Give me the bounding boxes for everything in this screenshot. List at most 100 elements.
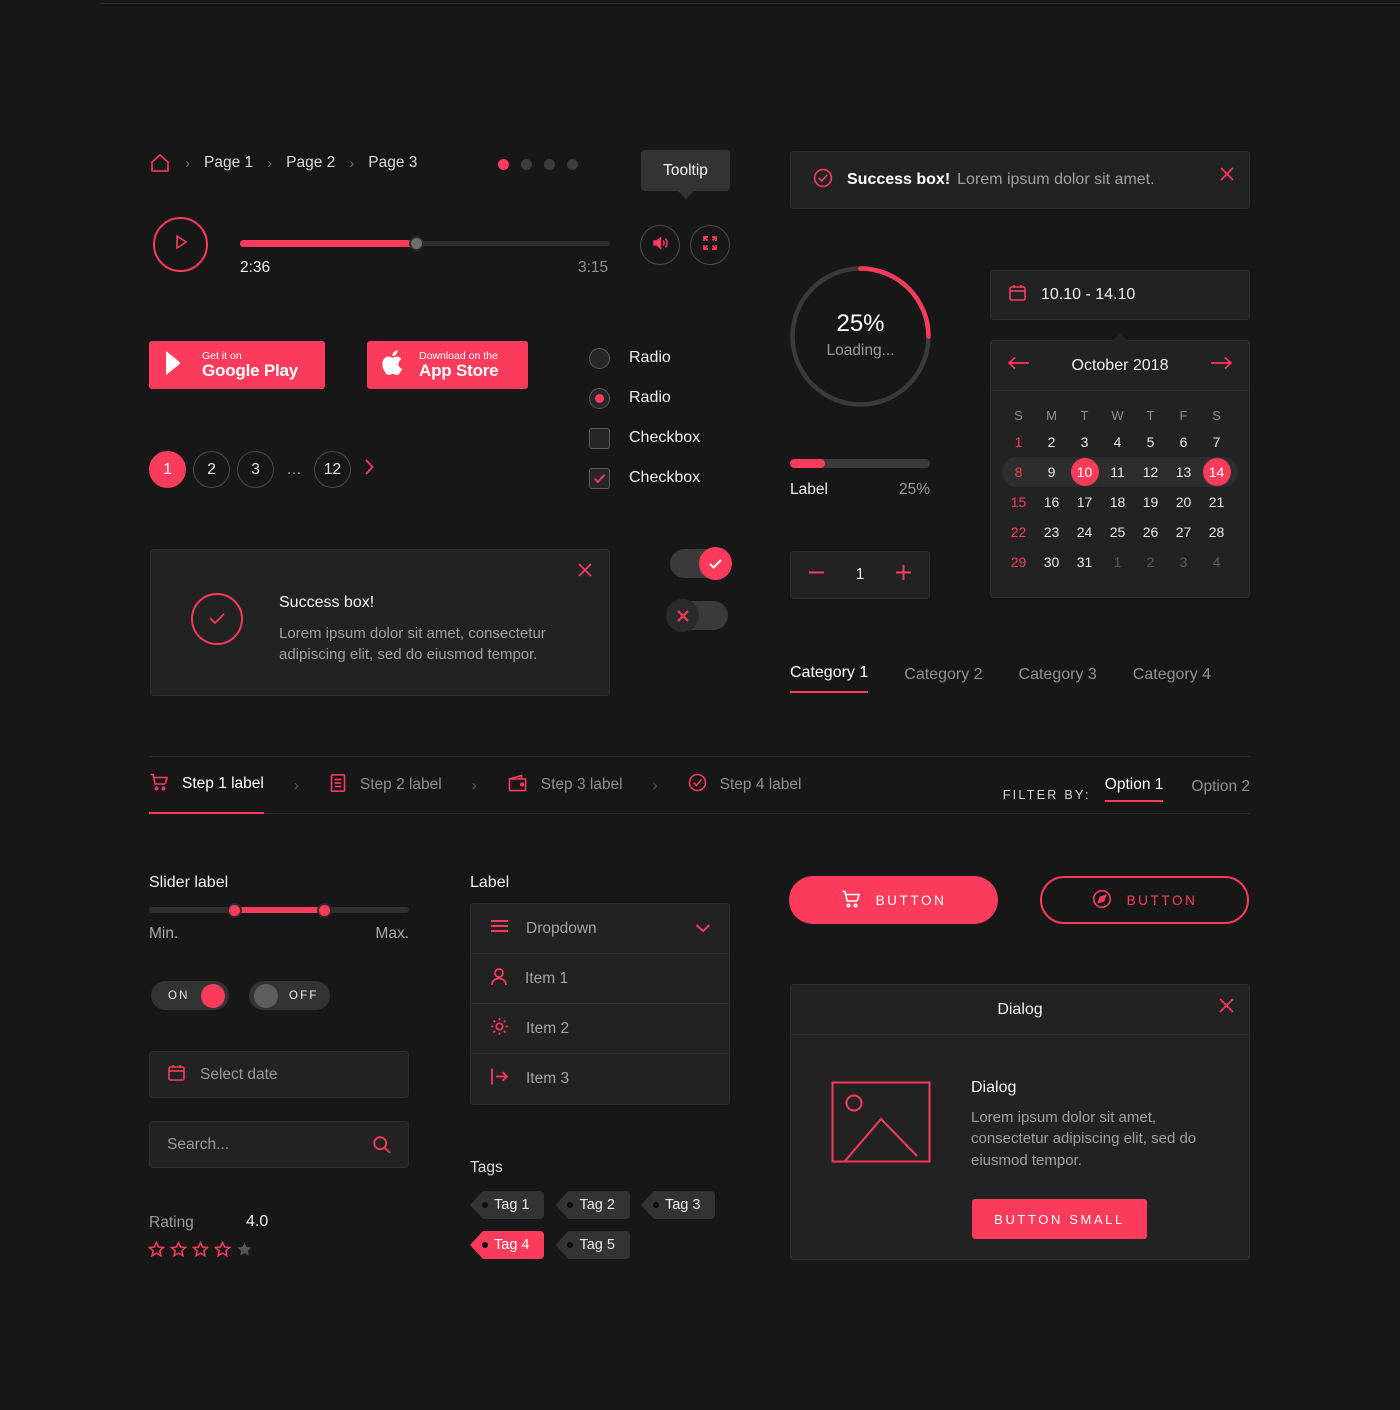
tab-category-1[interactable]: Category 1 (790, 664, 869, 693)
calendar-day[interactable]: 31 (1068, 547, 1101, 577)
calendar-day[interactable]: 2 (1035, 427, 1068, 457)
primary-button[interactable]: BUTTON (789, 876, 998, 924)
checkbox-row-2[interactable]: Checkbox (589, 458, 700, 498)
calendar-day[interactable]: 18 (1101, 487, 1134, 517)
home-icon[interactable] (149, 152, 171, 174)
minus-icon[interactable] (807, 563, 826, 587)
switch-off[interactable] (666, 599, 728, 632)
filter-option-2[interactable]: Option 2 (1191, 778, 1250, 802)
calendar-day[interactable]: 21 (1200, 487, 1233, 517)
chevron-right-icon[interactable] (364, 458, 375, 482)
fullscreen-button[interactable] (690, 225, 730, 265)
calendar-day[interactable]: 29 (1002, 547, 1035, 577)
step-4[interactable]: Step 4 label (688, 756, 802, 814)
close-icon[interactable] (1219, 166, 1235, 187)
toggle-on[interactable]: ON (151, 981, 229, 1010)
dialog-action-button[interactable]: BUTTON SMALL (972, 1199, 1147, 1239)
calendar-day[interactable]: 6 (1167, 427, 1200, 457)
star-icon-5[interactable] (236, 1241, 253, 1263)
slider-handle-low[interactable] (227, 903, 242, 918)
calendar-day[interactable]: 22 (1002, 517, 1035, 547)
dropdown-item-1[interactable]: Item 1 (471, 954, 729, 1004)
calendar-day[interactable]: 4 (1101, 427, 1134, 457)
calendar-day-range-start[interactable]: 10 (1068, 457, 1101, 487)
tab-category-2[interactable]: Category 2 (904, 666, 982, 693)
calendar-day[interactable]: 9 (1035, 457, 1068, 487)
calendar-day[interactable]: 30 (1035, 547, 1068, 577)
radio-unchecked-icon[interactable] (589, 347, 610, 369)
date-range-input[interactable]: 10.10 - 14.10 (990, 270, 1250, 320)
calendar-day[interactable]: 5 (1134, 427, 1167, 457)
radio-checked-icon[interactable] (589, 387, 610, 409)
pagination-page-2[interactable]: 2 (193, 451, 230, 488)
calendar-day[interactable]: 23 (1035, 517, 1068, 547)
carousel-dot-1[interactable] (498, 159, 509, 170)
dropdown-item-3[interactable]: Item 3 (471, 1054, 729, 1104)
dropdown-header[interactable]: Dropdown (471, 904, 729, 954)
close-icon[interactable] (577, 562, 593, 583)
step-3[interactable]: Step 3 label (507, 756, 623, 814)
plus-icon[interactable] (894, 563, 913, 587)
calendar-day[interactable]: 11 (1101, 457, 1134, 487)
carousel-dots[interactable] (498, 159, 578, 170)
tag-4-selected[interactable]: Tag 4 (470, 1231, 545, 1259)
calendar-day[interactable]: 7 (1200, 427, 1233, 457)
secondary-button[interactable]: BUTTON (1040, 876, 1249, 924)
calendar-day-outside[interactable]: 1 (1101, 547, 1134, 577)
volume-button[interactable] (640, 225, 680, 265)
google-play-button[interactable]: Get it on Google Play (149, 341, 325, 389)
calendar-day-outside[interactable]: 3 (1167, 547, 1200, 577)
tab-category-4[interactable]: Category 4 (1133, 666, 1211, 693)
app-store-button[interactable]: Download on the App Store (367, 341, 528, 389)
calendar-day[interactable]: 28 (1200, 517, 1233, 547)
tab-category-3[interactable]: Category 3 (1019, 666, 1097, 693)
search-icon[interactable] (372, 1135, 392, 1160)
calendar-day[interactable]: 8 (1002, 457, 1035, 487)
calendar-day[interactable]: 16 (1035, 487, 1068, 517)
star-icon-3[interactable] (191, 1240, 210, 1263)
radio-row-2[interactable]: Radio (589, 378, 700, 418)
star-icon-4[interactable] (213, 1240, 232, 1263)
arrow-right-icon[interactable] (1209, 356, 1233, 375)
breadcrumb-item-1[interactable]: Page 1 (204, 154, 253, 172)
star-icon-2[interactable] (169, 1240, 188, 1263)
calendar-day[interactable]: 17 (1068, 487, 1101, 517)
close-icon[interactable] (1218, 997, 1235, 1019)
switch-on[interactable] (670, 547, 732, 580)
play-button[interactable] (153, 217, 208, 272)
checkbox-unchecked-icon[interactable] (589, 427, 610, 449)
calendar-day[interactable]: 13 (1167, 457, 1200, 487)
calendar-day[interactable]: 1 (1002, 427, 1035, 457)
checkbox-row-1[interactable]: Checkbox (589, 418, 700, 458)
calendar-day[interactable]: 20 (1167, 487, 1200, 517)
calendar-day[interactable]: 15 (1002, 487, 1035, 517)
calendar-day[interactable]: 3 (1068, 427, 1101, 457)
date-picker-input[interactable]: Select date (149, 1051, 409, 1098)
star-icon-1[interactable] (147, 1240, 166, 1263)
calendar-day[interactable]: 26 (1134, 517, 1167, 547)
rating-stars[interactable] (147, 1240, 253, 1263)
tag-5[interactable]: Tag 5 (555, 1231, 630, 1259)
step-2[interactable]: Step 2 label (329, 756, 442, 814)
toggle-off[interactable]: OFF (249, 981, 330, 1010)
range-slider[interactable] (149, 903, 409, 918)
tag-3[interactable]: Tag 3 (640, 1191, 716, 1219)
calendar-day-outside[interactable]: 2 (1134, 547, 1167, 577)
breadcrumb-item-3[interactable]: Page 3 (368, 154, 417, 172)
checkbox-checked-icon[interactable] (589, 467, 610, 489)
pagination-page-12[interactable]: 12 (314, 451, 351, 488)
dropdown-item-2[interactable]: Item 2 (471, 1004, 729, 1054)
tag-2[interactable]: Tag 2 (555, 1191, 630, 1219)
filter-option-1[interactable]: Option 1 (1104, 776, 1164, 802)
breadcrumb-item-2[interactable]: Page 2 (286, 154, 335, 172)
pagination-page-3[interactable]: 3 (237, 451, 274, 488)
chevron-down-icon[interactable] (695, 920, 711, 938)
slider-handle-high[interactable] (317, 903, 332, 918)
arrow-left-icon[interactable] (1007, 356, 1031, 375)
carousel-dot-3[interactable] (544, 159, 555, 170)
calendar-day[interactable]: 19 (1134, 487, 1167, 517)
step-1[interactable]: Step 1 label (149, 756, 264, 814)
carousel-dot-4[interactable] (567, 159, 578, 170)
calendar-day[interactable]: 27 (1167, 517, 1200, 547)
carousel-dot-2[interactable] (521, 159, 532, 170)
